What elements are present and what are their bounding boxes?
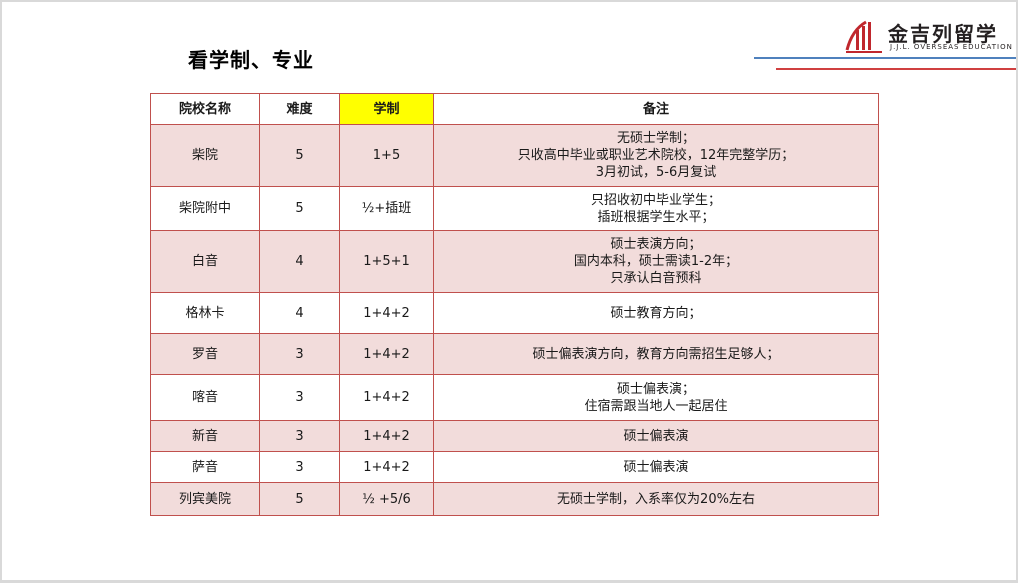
school-cell: 柴院附中 (150, 186, 260, 231)
notes-cell: 硕士偏表演； 住宿需跟当地人一起居住 (433, 374, 879, 421)
duration-cell: 1+5 (339, 124, 434, 187)
table-row: 喀音 3 1+4+2 硕士偏表演； 住宿需跟当地人一起居住 (150, 374, 879, 421)
note-line: 硕士表演方向； (610, 237, 702, 252)
duration-cell: 1+4+2 (339, 420, 434, 452)
header-difficulty: 难度 (259, 93, 340, 125)
table-row: 柴院 5 1+5 无硕士学制； 只收高中毕业或职业艺术院校，12年完整学历； 3月初试，5… (150, 124, 879, 187)
school-cell: 喀音 (150, 374, 260, 421)
table-row: 罗音 3 1+4+2 硕士偏表演方向，教育方向需招生足够人； (150, 333, 879, 375)
table-header-row: 院校名称 难度 学制 备注 (150, 93, 879, 125)
difficulty-cell: 4 (259, 292, 340, 334)
logo-mark-icon (845, 20, 882, 53)
note-line: 插班根据学生水平； (597, 209, 715, 225)
duration-cell: 1+4+2 (339, 292, 434, 334)
note-line: 只招收初中毕业学生； (590, 192, 721, 208)
notes-cell: 硕士表演方向； 国内本科，硕士需读1-2年； 只承认白音预科 (433, 230, 879, 293)
school-cell: 白音 (150, 230, 260, 293)
school-cell: 列宾美院 (150, 482, 260, 516)
note-line: 只收高中毕业或职业艺术院校，12年完整学历； (517, 148, 795, 163)
slide-title: 看学制、专业 (188, 48, 314, 72)
note-line: 硕士偏表演 (623, 459, 689, 475)
difficulty-cell: 3 (259, 420, 340, 452)
difficulty-cell: 4 (259, 230, 340, 293)
school-cell: 萨音 (150, 451, 260, 483)
table-row: 柴院附中 5 ½+插班 只招收初中毕业学生； 插班根据学生水平； (150, 186, 879, 231)
notes-cell: 硕士偏表演方向，教育方向需招生足够人； (433, 333, 879, 375)
note-line: 只承认白音预科 (610, 271, 702, 286)
table-row: 白音 4 1+5+1 硕士表演方向； 国内本科，硕士需读1-2年； 只承认白音预科 (150, 230, 879, 293)
notes-cell: 无硕士学制，入系率仅为20%左右 (433, 482, 879, 516)
notes-cell: 只招收初中毕业学生； 插班根据学生水平； (433, 186, 879, 231)
duration-cell: 1+4+2 (339, 374, 434, 421)
table-row: 列宾美院 5 ½ +5/6 无硕士学制，入系率仅为20%左右 (150, 482, 879, 516)
note-line: 住宿需跟当地人一起居住 (584, 398, 728, 414)
difficulty-cell: 3 (259, 374, 340, 421)
difficulty-cell: 3 (259, 333, 340, 375)
duration-cell: 1+4+2 (339, 451, 434, 483)
header-rule-blue (754, 57, 1016, 59)
school-comparison-table: 院校名称 难度 学制 备注 柴院 5 1+5 无硕士学制； 只收高中毕业或职业艺术院校，… (150, 93, 879, 516)
duration-cell: ½+插班 (339, 186, 434, 231)
school-cell: 柴院 (150, 124, 260, 187)
school-cell: 新音 (150, 420, 260, 452)
note-line: 硕士偏表演方向，教育方向需招生足够人； (532, 346, 780, 362)
header-school: 院校名称 (150, 93, 260, 125)
school-cell: 格林卡 (150, 292, 260, 334)
notes-cell: 无硕士学制； 只收高中毕业或职业艺术院校，12年完整学历； 3月初试，5-6月复试 (433, 124, 879, 187)
difficulty-cell: 3 (259, 451, 340, 483)
note-line: 硕士偏表演； (616, 381, 695, 397)
note-line: 无硕士学制； (616, 131, 695, 146)
notes-cell: 硕士教育方向； (433, 292, 879, 334)
note-line: 无硕士学制，入系率仅为20%左右 (557, 491, 755, 507)
note-line: 国内本科，硕士需读1-2年； (573, 254, 739, 269)
logo-subtitle: J.J.L. OVERSEAS EDUCATION (890, 43, 1013, 51)
notes-cell: 硕士偏表演 (433, 420, 879, 452)
notes-cell: 硕士偏表演 (433, 451, 879, 483)
difficulty-cell: 5 (259, 482, 340, 516)
table-row: 萨音 3 1+4+2 硕士偏表演 (150, 451, 879, 483)
header-duration: 学制 (339, 93, 434, 125)
difficulty-cell: 5 (259, 124, 340, 187)
note-line: 3月初试，5-6月复试 (595, 165, 717, 180)
school-cell: 罗音 (150, 333, 260, 375)
duration-cell: 1+4+2 (339, 333, 434, 375)
note-line: 硕士偏表演 (623, 428, 689, 444)
company-logo: 金吉列留学 J.J.L. OVERSEAS EDUCATION (844, 16, 1014, 56)
note-line: 硕士教育方向； (610, 305, 702, 321)
difficulty-cell: 5 (259, 186, 340, 231)
duration-cell: ½ +5/6 (339, 482, 434, 516)
header-notes: 备注 (433, 93, 879, 125)
header-rule-red (776, 68, 1016, 70)
table-row: 新音 3 1+4+2 硕士偏表演 (150, 420, 879, 452)
table-row: 格林卡 4 1+4+2 硕士教育方向； (150, 292, 879, 334)
duration-cell: 1+5+1 (339, 230, 434, 293)
